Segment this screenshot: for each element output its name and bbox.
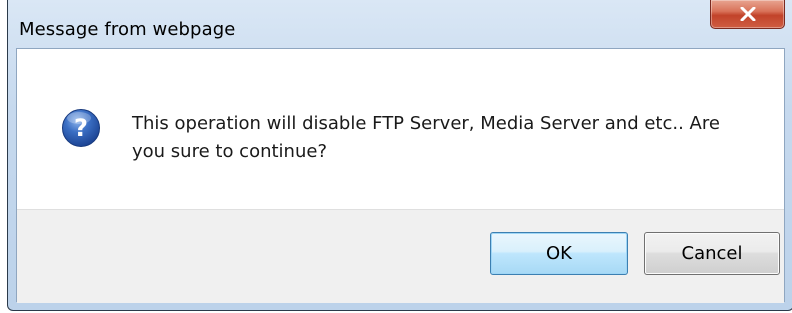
close-button[interactable] (710, 0, 785, 29)
svg-text:?: ? (74, 114, 88, 142)
dialog-window: Message from webpage ? This operation wi… (7, 0, 792, 311)
ok-button[interactable]: OK (490, 232, 628, 275)
window-title: Message from webpage (19, 19, 236, 40)
cancel-button[interactable]: Cancel (644, 232, 780, 275)
button-bar: OK Cancel (17, 209, 784, 303)
dialog-body: ? This operation will disable FTP Server… (16, 48, 785, 303)
close-icon (740, 7, 755, 21)
message-text: This operation will disable FTP Server, … (132, 113, 720, 162)
question-icon: ? (62, 109, 100, 147)
message-area: ? This operation will disable FTP Server… (17, 49, 784, 209)
